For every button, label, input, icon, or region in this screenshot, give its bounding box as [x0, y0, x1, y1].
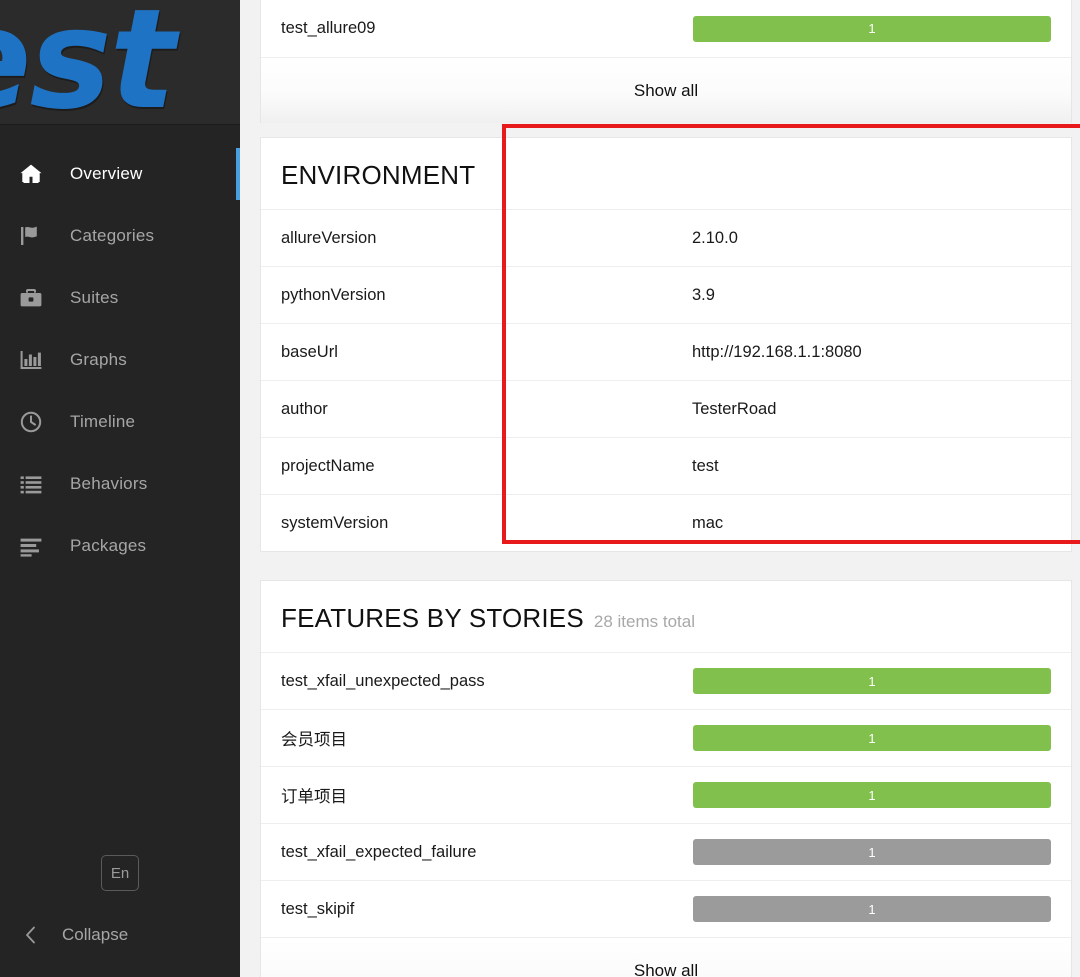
status-bar-passed: 1: [693, 725, 1051, 751]
list-icon: [18, 472, 58, 496]
home-icon: [18, 162, 58, 186]
collapse-sidebar-button[interactable]: Collapse: [0, 907, 240, 963]
row-bar-wrap: 1: [693, 16, 1051, 42]
sidebar-item-label: Suites: [58, 288, 118, 308]
clock-icon: [18, 410, 58, 434]
sidebar-item-label: Graphs: [58, 350, 127, 370]
briefcase-icon: [18, 286, 58, 310]
features-header: FEATURES BY STORIES 28 items total: [261, 581, 1071, 652]
table-row: author TesterRoad: [261, 380, 1071, 437]
status-bar-skipped: 1: [693, 896, 1051, 922]
table-row: projectName test: [261, 437, 1071, 494]
sidebar: est Overview Categories Suites: [0, 0, 240, 977]
sidebar-nav: Overview Categories Suites Graphs: [0, 125, 240, 577]
main-content: test_allure09 1 Show all ENVIRONMENT all…: [240, 0, 1080, 977]
table-row: allureVersion 2.10.0: [261, 209, 1071, 266]
page-title: ENVIRONMENT: [281, 160, 475, 191]
env-value: test: [692, 457, 719, 476]
show-all-button[interactable]: Show all: [261, 57, 1071, 123]
table-row[interactable]: 会员项目 1: [261, 709, 1071, 766]
row-label: 会员项目: [281, 726, 693, 750]
features-by-stories-widget: FEATURES BY STORIES 28 items total test_…: [260, 580, 1072, 977]
env-value: 3.9: [692, 286, 715, 305]
sidebar-item-label: Packages: [58, 536, 146, 556]
sidebar-item-overview[interactable]: Overview: [0, 143, 240, 205]
sidebar-item-behaviors[interactable]: Behaviors: [0, 453, 240, 515]
page-title: FEATURES BY STORIES: [281, 603, 584, 634]
sidebar-item-label: Categories: [58, 226, 154, 246]
env-value: mac: [692, 514, 723, 533]
allure-report-page: est Overview Categories Suites: [0, 0, 1080, 977]
sidebar-item-packages[interactable]: Packages: [0, 515, 240, 577]
table-row: systemVersion mac: [261, 494, 1071, 551]
app-logo: est: [0, 0, 174, 124]
sidebar-item-label: Overview: [58, 164, 142, 184]
env-value: 2.10.0: [692, 229, 738, 248]
chevron-left-icon: [22, 924, 56, 946]
sidebar-item-categories[interactable]: Categories: [0, 205, 240, 267]
sidebar-item-timeline[interactable]: Timeline: [0, 391, 240, 453]
row-bar-wrap: 1: [693, 725, 1051, 751]
sidebar-spacer: [0, 577, 240, 855]
row-label: test_xfail_expected_failure: [281, 843, 693, 862]
status-bar-passed: 1: [693, 782, 1051, 808]
table-row[interactable]: test_skipif 1: [261, 880, 1071, 937]
stack-icon: [18, 534, 58, 558]
row-bar-wrap: 1: [693, 896, 1051, 922]
flag-icon: [18, 224, 58, 248]
row-label: test_skipif: [281, 900, 693, 919]
collapse-label: Collapse: [56, 925, 128, 945]
logo-area[interactable]: est: [0, 0, 240, 125]
bar-chart-icon: [18, 348, 58, 372]
env-value: http://192.168.1.1:8080: [692, 343, 862, 362]
status-bar-skipped: 1: [693, 839, 1051, 865]
row-bar-wrap: 1: [693, 782, 1051, 808]
table-row[interactable]: 订单项目 1: [261, 766, 1071, 823]
env-key: systemVersion: [281, 514, 692, 533]
env-key: baseUrl: [281, 343, 692, 362]
top-widget-partial: test_allure09 1 Show all: [260, 0, 1072, 123]
environment-widget: ENVIRONMENT allureVersion 2.10.0 pythonV…: [260, 137, 1072, 552]
env-key: pythonVersion: [281, 286, 692, 305]
table-row[interactable]: test_allure09 1: [261, 0, 1071, 57]
environment-header: ENVIRONMENT: [261, 138, 1071, 209]
table-row[interactable]: test_xfail_expected_failure 1: [261, 823, 1071, 880]
widget-gap: [240, 123, 1080, 137]
row-bar-wrap: 1: [693, 839, 1051, 865]
sidebar-item-graphs[interactable]: Graphs: [0, 329, 240, 391]
items-total-label: 28 items total: [594, 612, 695, 632]
row-label: test_allure09: [281, 19, 693, 38]
sidebar-item-suites[interactable]: Suites: [0, 267, 240, 329]
env-key: allureVersion: [281, 229, 692, 248]
env-value: TesterRoad: [692, 400, 776, 419]
show-all-button[interactable]: Show all: [261, 937, 1071, 977]
row-label: test_xfail_unexpected_pass: [281, 672, 693, 691]
sidebar-item-label: Timeline: [58, 412, 135, 432]
status-bar-passed: 1: [693, 668, 1051, 694]
status-bar-passed: 1: [693, 16, 1051, 42]
row-bar-wrap: 1: [693, 668, 1051, 694]
table-row[interactable]: test_xfail_unexpected_pass 1: [261, 652, 1071, 709]
language-selector-wrap: En: [0, 855, 240, 907]
env-key: author: [281, 400, 692, 419]
sidebar-item-label: Behaviors: [58, 474, 147, 494]
env-key: projectName: [281, 457, 692, 476]
table-row: baseUrl http://192.168.1.1:8080: [261, 323, 1071, 380]
row-label: 订单项目: [281, 783, 693, 807]
widget-gap: [240, 566, 1080, 580]
table-row: pythonVersion 3.9: [261, 266, 1071, 323]
language-selector-button[interactable]: En: [101, 855, 139, 891]
